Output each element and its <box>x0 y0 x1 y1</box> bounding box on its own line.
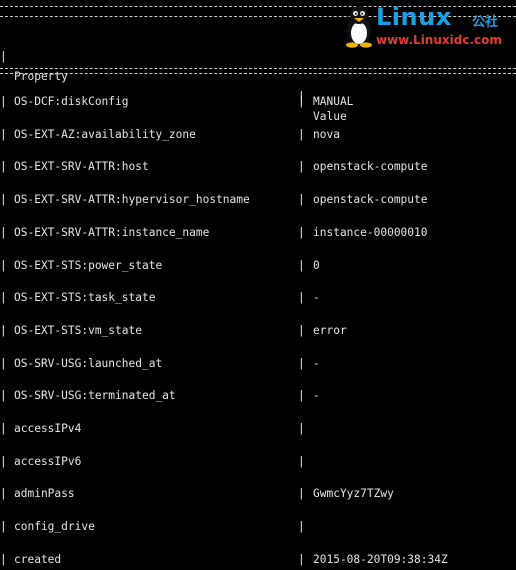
header-separator <box>0 73 516 74</box>
row-value: openstack-compute <box>313 160 428 174</box>
row-property: OS-EXT-AZ:availability_zone <box>14 127 196 141</box>
table-row: | OS-EXT-SRV-ATTR:hypervisor_hostname | ope… <box>0 190 516 210</box>
table-pipe: | <box>0 520 7 534</box>
row-value: - <box>313 291 320 305</box>
row-value: error <box>313 323 347 337</box>
row-value: GwmcYyz7TZwy <box>313 487 394 501</box>
watermark-cn: 公社 <box>472 15 499 30</box>
row-property: OS-DCF:diskConfig <box>14 95 129 108</box>
table-pipe: | <box>0 552 7 566</box>
table-pipe: | <box>298 258 305 272</box>
table-row: | OS-DCF:diskConfig | MANUAL <box>0 92 516 112</box>
row-value: MANUAL <box>313 95 354 108</box>
row-property: OS-SRV-USG:launched_at <box>14 356 163 370</box>
row-value: - <box>313 356 320 370</box>
table-pipe: | <box>298 323 305 337</box>
row-property: OS-SRV-USG:terminated_at <box>14 389 176 403</box>
watermark-brand: Linux <box>376 3 452 31</box>
terminal-window: | Property | Value | OS-DCF:diskConfig | MA… <box>0 0 516 566</box>
row-value: openstack-compute <box>313 193 428 207</box>
row-property: created <box>14 552 62 566</box>
table-pipe: | <box>298 225 305 239</box>
table-pipe: | <box>0 422 7 435</box>
row-value: 0 <box>313 258 320 272</box>
table-row: | accessIPv4 | <box>0 419 516 439</box>
table-row: | config_drive | <box>0 517 516 537</box>
table-pipe: | <box>298 160 305 174</box>
table-pipe: | <box>298 389 305 403</box>
row-property: OS-EXT-STS:task_state <box>14 291 156 305</box>
table-row: | OS-EXT-AZ:availability_zone | nova <box>0 125 516 145</box>
row-value: nova <box>313 127 340 141</box>
table-pipe: | <box>298 422 305 435</box>
table-row: | OS-SRV-USG:launched_at | - <box>0 354 516 374</box>
table-pipe: | <box>0 323 7 337</box>
tux-penguin-icon <box>346 6 372 48</box>
table-pipe: | <box>0 160 7 174</box>
watermark-logo: Linux 公社 www.Linuxidc.com <box>338 0 516 50</box>
header-separator <box>0 68 516 69</box>
table-pipe: | <box>0 193 7 207</box>
row-value: instance-00000010 <box>313 225 428 239</box>
table-pipe: | <box>0 225 7 239</box>
row-property: accessIPv6 <box>14 454 82 468</box>
table-pipe: | <box>298 193 305 207</box>
table-row: | OS-EXT-SRV-ATTR:instance_name | instance-… <box>0 223 516 243</box>
table-pipe: | <box>298 520 305 534</box>
table-pipe: | <box>0 127 7 141</box>
table-pipe: | <box>298 291 305 305</box>
table-pipe: | <box>298 454 305 468</box>
header-property: Property <box>14 70 68 83</box>
table-row: | OS-EXT-STS:vm_state | error <box>0 321 516 341</box>
row-property: OS-EXT-STS:power_state <box>14 258 163 272</box>
table-pipe: | <box>0 95 7 108</box>
table-pipe: | <box>298 356 305 370</box>
table-row: | OS-EXT-STS:task_state | - <box>0 288 516 308</box>
table-row: | OS-EXT-SRV-ATTR:host | openstack-compute <box>0 157 516 177</box>
watermark-url: www.Linuxidc.com <box>376 33 502 47</box>
table-pipe: | <box>0 454 7 468</box>
table-row: | adminPass | GwmcYyz7TZwy <box>0 484 516 504</box>
table-pipe: | <box>298 127 305 141</box>
row-property: config_drive <box>14 520 95 534</box>
table-pipe: | <box>298 487 305 501</box>
row-value: - <box>313 389 320 403</box>
table-pipe: | <box>298 552 305 566</box>
table-row: | created | 2015-08-20T09:38:34Z <box>0 550 516 570</box>
table-pipe: | <box>0 389 7 403</box>
row-property: adminPass <box>14 487 75 501</box>
row-property: OS-EXT-STS:vm_state <box>14 323 142 337</box>
table-pipe: | <box>0 291 7 305</box>
table-pipe: | <box>0 356 7 370</box>
table-pipe: | <box>0 487 7 501</box>
table-row: | OS-SRV-USG:terminated_at | - <box>0 386 516 406</box>
table-pipe: | <box>298 95 305 108</box>
table-row: | OS-EXT-STS:power_state | 0 <box>0 256 516 276</box>
row-property: OS-EXT-SRV-ATTR:instance_name <box>14 225 210 239</box>
table-pipe: | <box>0 50 7 63</box>
row-property: accessIPv4 <box>14 422 82 435</box>
row-value: 2015-08-20T09:38:34Z <box>313 552 448 566</box>
row-property: OS-EXT-SRV-ATTR:host <box>14 160 149 174</box>
table-row: | accessIPv6 | <box>0 452 516 472</box>
table-pipe: | <box>0 258 7 272</box>
row-property: OS-EXT-SRV-ATTR:hypervisor_hostname <box>14 193 250 207</box>
